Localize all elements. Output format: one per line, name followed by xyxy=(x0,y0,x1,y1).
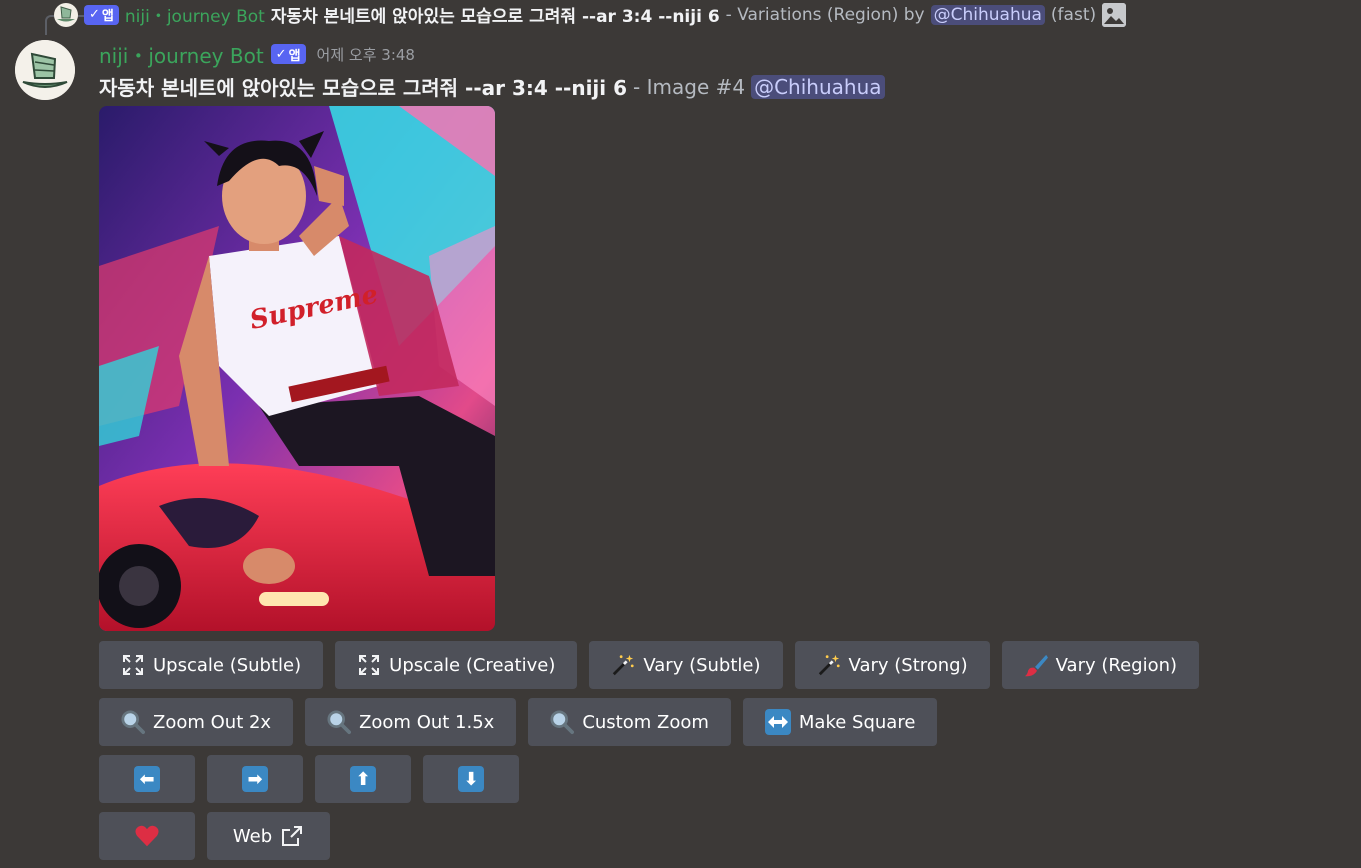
image-icon[interactable] xyxy=(1102,2,1127,27)
message-content: 자동차 본네트에 앉아있는 모습으로 그려줘 --ar 3:4 --niji 6… xyxy=(99,72,885,101)
pan-left-button[interactable]: ⬅ xyxy=(99,755,195,803)
pan-right-button[interactable]: ➡ xyxy=(207,755,303,803)
reply-bot-name[interactable]: niji・journey Bot xyxy=(125,2,265,27)
sailboat-logo-icon xyxy=(15,40,75,100)
pan-down-button[interactable]: ⬇ xyxy=(423,755,519,803)
arrow-right-icon: ➡ xyxy=(242,766,268,792)
expand-arrows-icon xyxy=(121,653,145,677)
check-icon: ✓ xyxy=(89,7,100,22)
zoom-out-1-5x-button[interactable]: Zoom Out 1.5x xyxy=(305,698,517,746)
message-mention[interactable]: @Chihuahua xyxy=(751,74,885,99)
button-row-pan: ⬅ ➡ ⬆ ⬇ xyxy=(99,755,519,803)
bot-avatar[interactable] xyxy=(15,40,75,100)
left-right-arrow-icon xyxy=(764,709,791,735)
vary-strong-button[interactable]: Vary (Strong) xyxy=(794,641,990,689)
magnifier-icon xyxy=(550,710,575,734)
arrow-up-icon: ⬆ xyxy=(350,766,376,792)
message-prompt: 자동차 본네트에 앉아있는 모습으로 그려줘 --ar 3:4 --niji 6 xyxy=(99,76,628,100)
reply-bot-avatar[interactable] xyxy=(54,2,78,27)
pan-up-button[interactable]: ⬆ xyxy=(315,755,411,803)
reply-speed: (fast) xyxy=(1050,4,1097,25)
reply-reference[interactable]: ✓ 앱 niji・journey Bot 자동차 본네트에 앉아있는 모습으로 … xyxy=(54,2,1127,27)
magnifier-icon xyxy=(121,710,145,734)
button-row-zoom: Zoom Out 2x Zoom Out 1.5x Custom Zoom Ma… xyxy=(99,698,938,746)
paintbrush-icon xyxy=(1024,653,1048,677)
sailboat-icon xyxy=(57,5,75,21)
message-timestamp: 어제 오후 3:48 xyxy=(316,45,415,64)
magic-wand-icon xyxy=(611,653,635,677)
check-icon: ✓ xyxy=(275,46,287,62)
heart-icon xyxy=(135,824,159,848)
custom-zoom-button[interactable]: Custom Zoom xyxy=(528,698,731,746)
web-label: Web xyxy=(232,825,273,847)
favorite-heart-button[interactable] xyxy=(99,812,195,860)
magnifier-icon xyxy=(327,710,352,734)
message-suffix: - Image #4 xyxy=(633,74,746,99)
reply-mention[interactable]: @Chihuahua xyxy=(930,4,1045,25)
vary-region-button[interactable]: Vary (Region) xyxy=(1001,641,1200,689)
external-link-icon xyxy=(280,824,304,848)
expand-arrows-icon xyxy=(357,653,381,677)
magic-wand-icon xyxy=(817,653,841,677)
bot-name[interactable]: niji・journey Bot xyxy=(99,40,264,69)
generated-image[interactable]: Supreme xyxy=(99,106,495,631)
message-header: niji・journey Bot ✓ 앱 어제 오후 3:48 xyxy=(99,40,415,68)
web-link-button[interactable]: Web xyxy=(207,812,330,860)
arrow-down-icon: ⬇ xyxy=(458,766,484,792)
reply-prompt[interactable]: 자동차 본네트에 앉아있는 모습으로 그려줘 --ar 3:4 --niji 6 xyxy=(271,2,720,27)
app-badge: ✓ 앱 xyxy=(270,44,306,64)
reply-suffix: - Variations (Region) by xyxy=(725,4,925,25)
reply-app-badge: ✓ 앱 xyxy=(84,4,119,25)
upscale-subtle-button[interactable]: Upscale (Subtle) xyxy=(99,641,324,689)
zoom-out-2x-button[interactable]: Zoom Out 2x xyxy=(99,698,294,746)
make-square-button[interactable]: Make Square xyxy=(742,698,938,746)
upscale-creative-button[interactable]: Upscale (Creative) xyxy=(335,641,578,689)
button-row-extra: Web xyxy=(99,812,330,860)
button-row-upscale-vary: Upscale (Subtle) Upscale (Creative) Vary… xyxy=(99,641,1200,689)
arrow-left-icon: ⬅ xyxy=(134,766,160,792)
anime-illustration: Supreme xyxy=(99,106,495,631)
vary-subtle-button[interactable]: Vary (Subtle) xyxy=(589,641,783,689)
